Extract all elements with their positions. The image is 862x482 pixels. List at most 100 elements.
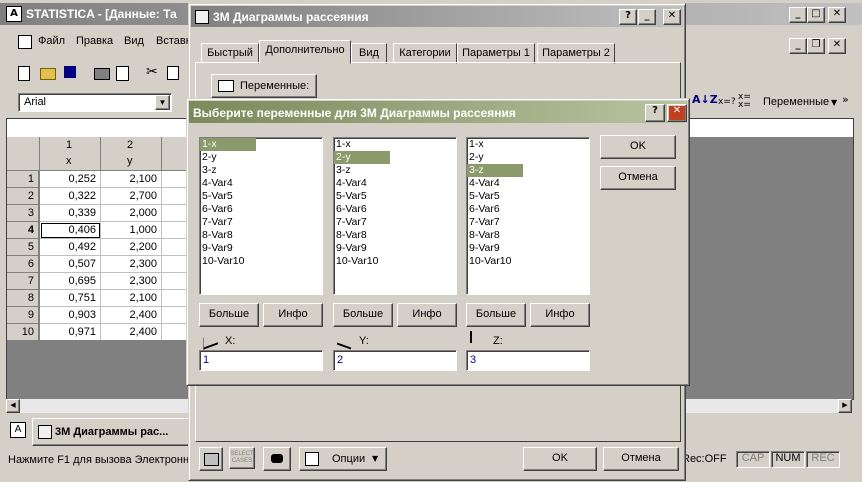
select-cases-button[interactable]: SELECT CASES	[229, 447, 255, 469]
variable-list-item[interactable]: 4-Var4	[200, 177, 322, 190]
doc-minimize-button[interactable]: _	[789, 38, 807, 54]
table-cell-y[interactable]: 2,200	[101, 239, 162, 256]
row-header[interactable]: 9	[7, 307, 39, 324]
row-header[interactable]: 5	[7, 239, 39, 256]
options-button[interactable]: Опции ▼	[299, 447, 387, 471]
variable-list-item[interactable]: 5-Var5	[467, 190, 589, 203]
scroll-left-button[interactable]: ◀	[6, 399, 20, 413]
row-header[interactable]: 4	[7, 222, 39, 239]
table-cell-x[interactable]: 0,252	[40, 171, 101, 188]
scatter-cancel-button[interactable]: Отмена	[603, 447, 679, 471]
variable-list-item[interactable]: 4-Var4	[467, 177, 589, 190]
variable-list-z[interactable]: 1-x 2-y 3-z 4-Var4 5-Var5 6-Var6 7-Var7 8-Var8 9…	[466, 137, 590, 295]
variable-list-item[interactable]: 9-Var9	[467, 242, 589, 255]
tab-params-1[interactable]: Параметры 1	[457, 43, 535, 64]
variable-list-item[interactable]: 5-Var5	[200, 190, 322, 203]
weight-button[interactable]	[263, 447, 291, 471]
variable-close-button[interactable]: ✕	[667, 104, 687, 122]
variable-list-item[interactable]: 6-Var6	[200, 203, 322, 216]
column-header-x[interactable]: 1 x	[40, 137, 101, 171]
variable-list-item[interactable]: 5-Var5	[334, 190, 456, 203]
y-info-button[interactable]: Инфо	[397, 303, 457, 327]
variable-list-item[interactable]: 8-Var8	[200, 229, 322, 242]
variable-list-y[interactable]: 1-x 2-y 3-z 4-Var4 5-Var5 6-Var6 7-Var7 8-Var8 9…	[333, 137, 457, 295]
table-cell-x[interactable]: 0,339	[40, 205, 101, 222]
close-button[interactable]: ✕	[828, 7, 846, 23]
new-file-icon[interactable]	[18, 66, 30, 81]
doc-close-button[interactable]: ✕	[828, 38, 846, 54]
variable-list-item[interactable]: 1-x	[334, 138, 456, 151]
z-info-button[interactable]: Инфо	[530, 303, 590, 327]
row-header[interactable]: 2	[7, 188, 39, 205]
row-header[interactable]: 10	[7, 324, 39, 341]
minimize-button[interactable]: _	[789, 7, 807, 23]
variable-list-item[interactable]: 10-Var10	[334, 255, 456, 268]
table-cell-y[interactable]: 2,400	[101, 307, 162, 324]
variable-list-item[interactable]: 2-y	[467, 151, 589, 164]
formula-icon[interactable]: x=?	[718, 97, 736, 107]
variable-list-item[interactable]: 3-z	[467, 164, 523, 177]
x-info-button[interactable]: Инфо	[263, 303, 323, 327]
font-dropdown-button[interactable]: ▼	[155, 95, 170, 110]
variable-list-item[interactable]: 10-Var10	[200, 255, 322, 268]
maximize-button[interactable]: □	[807, 7, 825, 23]
variable-help-button[interactable]: ?	[645, 104, 665, 122]
sort-az-icon[interactable]: A↓Z	[692, 93, 718, 106]
y-more-button[interactable]: Больше	[333, 303, 393, 327]
toolbar-overflow-icon[interactable]: »	[842, 93, 849, 106]
taskbar-window-button[interactable]: 3М Диаграммы рас...	[32, 418, 194, 446]
print-preview-icon[interactable]	[116, 66, 129, 81]
variable-list-item[interactable]: 3-z	[200, 164, 322, 177]
z-more-button[interactable]: Больше	[466, 303, 526, 327]
cut-icon[interactable]: ✂	[146, 64, 158, 80]
variable-list-x[interactable]: 1-x 2-y 3-z 4-Var4 5-Var5 6-Var6 7-Var7 8-Var8 9…	[199, 137, 323, 295]
variable-list-item[interactable]: 6-Var6	[334, 203, 456, 216]
tab-categories[interactable]: Категории	[393, 43, 457, 64]
y-variable-field[interactable]: 2	[333, 350, 457, 371]
assign-icon[interactable]: x= x=	[738, 93, 751, 110]
menu-edit[interactable]: Правка	[76, 35, 113, 47]
table-cell-y[interactable]: 1,000	[101, 222, 162, 239]
print-icon[interactable]	[94, 68, 110, 80]
table-cell-y[interactable]: 2,400	[101, 324, 162, 341]
variable-list-item[interactable]: 8-Var8	[334, 229, 456, 242]
variable-list-item[interactable]: 8-Var8	[467, 229, 589, 242]
table-cell-x[interactable]: 0,492	[40, 239, 101, 256]
tab-view[interactable]: Вид	[351, 43, 387, 64]
x-variable-field[interactable]: 1	[199, 350, 323, 371]
table-cell-x[interactable]: 0,695	[40, 273, 101, 290]
copy-icon[interactable]	[167, 66, 179, 80]
table-cell-x[interactable]: 0,971	[40, 324, 101, 341]
column-header-y[interactable]: 2 y	[101, 137, 162, 171]
row-header[interactable]: 8	[7, 290, 39, 307]
variable-list-item[interactable]: 1-x	[467, 138, 589, 151]
variable-list-item[interactable]: 2-y	[334, 151, 390, 164]
table-cell-x[interactable]: 0,507	[40, 256, 101, 273]
doc-restore-button[interactable]: ❐	[807, 38, 825, 54]
variable-list-item[interactable]: 4-Var4	[334, 177, 456, 190]
variable-list-item[interactable]: 6-Var6	[467, 203, 589, 216]
variable-ok-button[interactable]: OK	[600, 135, 676, 159]
scatter-close-button[interactable]: ✕	[663, 9, 681, 25]
variables-menu[interactable]: Переменные	[763, 96, 829, 108]
variable-list-item[interactable]: 9-Var9	[334, 242, 456, 255]
summary-button[interactable]	[199, 447, 223, 471]
row-header[interactable]: 6	[7, 256, 39, 273]
tab-quick[interactable]: Быстрый	[201, 43, 259, 64]
tab-advanced[interactable]: Дополнительно	[259, 40, 351, 64]
variable-list-item[interactable]: 3-z	[334, 164, 456, 177]
table-cell-y[interactable]: 2,300	[101, 273, 162, 290]
row-header[interactable]: 3	[7, 205, 39, 222]
table-cell-x[interactable]: 0,322	[40, 188, 101, 205]
table-cell-y[interactable]: 2,700	[101, 188, 162, 205]
scroll-right-button[interactable]: ▶	[838, 399, 852, 413]
scatter-minimize-button[interactable]: _	[638, 9, 656, 25]
tab-params-2[interactable]: Параметры 2	[537, 43, 615, 64]
open-folder-icon[interactable]	[40, 68, 56, 80]
x-more-button[interactable]: Больше	[199, 303, 259, 327]
save-icon[interactable]	[64, 66, 76, 78]
menu-file[interactable]: Файл	[38, 35, 65, 47]
table-cell-x[interactable]: 0,903	[40, 307, 101, 324]
variable-list-item[interactable]: 7-Var7	[467, 216, 589, 229]
table-cell-y[interactable]: 2,100	[101, 171, 162, 188]
